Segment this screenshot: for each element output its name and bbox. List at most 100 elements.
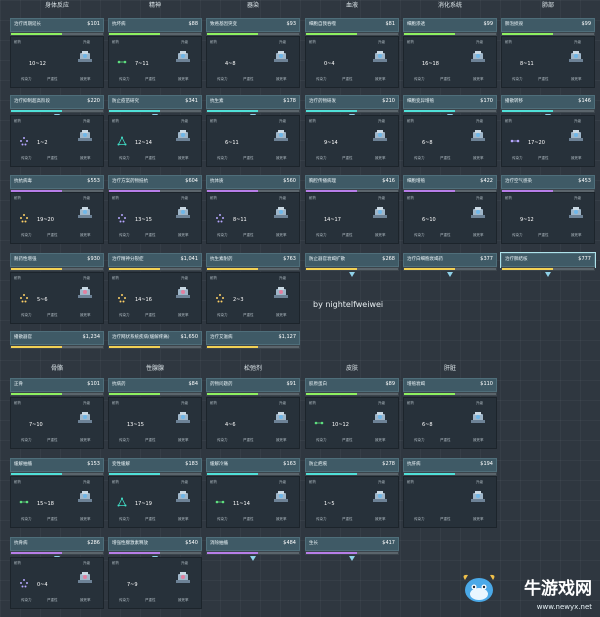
progress-fill <box>306 393 357 395</box>
upgrade-button[interactable]: 防止器官衰竭扩散 $268 <box>305 253 399 267</box>
drop-label: 耐药 <box>14 40 21 44</box>
lethality-label: 致死率 <box>276 517 287 521</box>
mutation-card[interactable]: 耐药 升级 传染力 严重性 致死率 11~14 <box>206 476 300 528</box>
mutation-card[interactable]: 耐药 升级 传染力 严重性 致死率 4~8 <box>206 36 300 88</box>
upgrade-button[interactable]: 抗生素耐药 $763 <box>206 253 300 267</box>
upgrade-button[interactable]: 播散转移 $146 <box>501 95 595 109</box>
expand-arrow-icon[interactable] <box>250 556 256 561</box>
upgrade-cost: $183 <box>185 461 198 467</box>
upgrade-button[interactable]: 治疗方案药物抵抗 $604 <box>108 175 202 189</box>
mutation-card[interactable]: 耐药 升级 传染力 严重性 致死率 17~19 <box>108 476 202 528</box>
mutation-card[interactable]: 耐药 升级 传染力 严重性 致死率 6~8 <box>403 115 497 167</box>
upgrade-button[interactable]: 生长 $417 <box>305 537 399 551</box>
upgrade-button[interactable]: 治疗抑制超高阶段 $220 <box>10 95 104 109</box>
mutation-card[interactable]: 耐药 升级 传染力 严重性 致死率 19~20 <box>10 192 104 244</box>
mutation-card[interactable]: 耐药 升级 传染力 严重性 致死率 1~2 <box>10 115 104 167</box>
expand-arrow-icon[interactable] <box>349 272 355 277</box>
expand-arrow-icon[interactable] <box>447 272 453 277</box>
upgrade-button[interactable]: 防止疤痕 $278 <box>305 458 399 472</box>
upgrade-button[interactable]: 胶原蛋白 $89 <box>305 378 399 392</box>
upgrade-name: 抗骨病 <box>14 541 28 546</box>
mutation-card[interactable]: 耐药 升级 传染力 严重性 致死率 13~15 <box>108 397 202 449</box>
upgrade-button[interactable]: 胸腔传播病理 $416 <box>305 175 399 189</box>
upgrade-name: 耐药性增强 <box>14 257 37 262</box>
mutation-card[interactable]: 耐药 升级 传染力 严重性 致死率 9~14 <box>305 115 399 167</box>
mutation-card[interactable]: 耐药 升级 传染力 严重性 致死率 14~17 <box>305 192 399 244</box>
upgrade-button[interactable]: 消除抽搐 $484 <box>206 537 300 551</box>
mutation-card[interactable]: 耐药 升级 传染力 严重性 致死率 6~10 <box>403 192 497 244</box>
mutation-card[interactable]: 耐药 升级 传染力 严重性 致死率 1~5 <box>305 476 399 528</box>
upgrade-button[interactable]: 细胞自我吞噬 $81 <box>305 18 399 32</box>
upgrade-button[interactable]: 治疗空气感染 $453 <box>501 175 595 189</box>
upgrade-button[interactable]: 抗体质 $560 <box>206 175 300 189</box>
progress-bar <box>403 109 497 113</box>
upgrade-button[interactable]: 播散器官 $1,234 <box>10 331 104 345</box>
upgrade-button[interactable]: 细胞变异增殖 $170 <box>403 95 497 109</box>
upgrade-button[interactable]: 治疗药物研发 $210 <box>305 95 399 109</box>
upgrade-button[interactable]: 缓解冷痛 $163 <box>206 458 300 472</box>
mutation-card[interactable]: 耐药 升级 传染力 严重性 致死率 13~15 <box>108 192 202 244</box>
mutation-card[interactable]: 耐药 升级 传染力 严重性 致死率 8~11 <box>501 36 595 88</box>
sev-label: 严重性 <box>145 598 156 602</box>
progress-bar <box>108 345 202 349</box>
unit-robot-icon <box>274 51 288 62</box>
expand-arrow-icon[interactable] <box>349 556 355 561</box>
mutation-card[interactable]: 耐药 升级 传染力 严重性 致死率 4~6 <box>206 397 300 449</box>
mutation-card[interactable]: 耐药 升级 传染力 严重性 致死率 2~3 <box>206 272 300 324</box>
sev-label: 严重性 <box>243 313 254 317</box>
molecule-icon <box>510 139 520 143</box>
mutation-card[interactable]: 耐药 升级 传染力 严重性 致死率 7~10 <box>10 397 104 449</box>
mutation-card[interactable]: 耐药 升级 传染力 严重性 致死率 16~18 <box>403 36 497 88</box>
upgrade-button[interactable]: 缓解抽搐 $153 <box>10 458 104 472</box>
mutation-card[interactable]: 耐药 升级 传染力 严重性 致死率 5~6 <box>10 272 104 324</box>
mutation-card[interactable]: 耐药 升级 传染力 严重性 致死率 0~4 <box>10 557 104 609</box>
upgrade-button[interactable]: 耐药性增强 $930 <box>10 253 104 267</box>
upgrade-button[interactable]: 抗病药 $84 <box>108 378 202 392</box>
upgrade-button[interactable]: 治疗艾滋病 $1,127 <box>206 331 300 345</box>
upgrade-button[interactable]: 抗生素 $178 <box>206 95 300 109</box>
expand-arrow-icon[interactable] <box>545 272 551 277</box>
upgrade-button[interactable]: 治疗周期延长 $101 <box>10 18 104 32</box>
upgrade-button[interactable]: 增强性腺激素释放 $540 <box>108 537 202 551</box>
upgrade-label: 升级 <box>378 40 385 44</box>
mutation-card[interactable]: 耐药 升级 传染力 严重性 致死率 14~16 <box>108 272 202 324</box>
upgrade-button[interactable]: 细胞渗透 $99 <box>403 18 497 32</box>
upgrade-button[interactable]: 治疗精神分裂症 $1,041 <box>108 253 202 267</box>
upgrade-button[interactable]: 正骨 $101 <box>10 378 104 392</box>
mutation-card[interactable]: 耐药 升级 传染力 严重性 致死率 10~12 <box>305 397 399 449</box>
upgrade-label: 升级 <box>279 401 286 405</box>
upgrade-button[interactable]: 抗肝病 $194 <box>403 458 497 472</box>
infect-label: 传染力 <box>119 233 130 237</box>
mutation-card[interactable]: 耐药 升级 传染力 严重性 致死率 7~9 <box>108 557 202 609</box>
upgrade-button[interactable]: 增殖衰竭 $110 <box>403 378 497 392</box>
column-header: 皮肤 <box>345 365 358 372</box>
upgrade-button[interactable]: 肺泡损毁 $99 <box>501 18 595 32</box>
upgrade-button[interactable]: 治疗网状系统疾病(缓解疼痛) $1,650 <box>108 331 202 345</box>
mutation-card[interactable]: 耐药 升级 传染力 严重性 致死率 6~8 <box>403 397 497 449</box>
sev-label: 严重性 <box>145 233 156 237</box>
mutation-card[interactable]: 耐药 升级 传染力 严重性 致死率 6~11 <box>206 115 300 167</box>
mutation-card[interactable]: 耐药 升级 传染力 严重性 致死率 10~12 <box>10 36 104 88</box>
upgrade-button[interactable]: 细胞增殖 $422 <box>403 175 497 189</box>
upgrade-button[interactable]: 抗坏病 $88 <box>108 18 202 32</box>
upgrade-name: 治疗白细胞衰竭药 <box>407 257 443 262</box>
upgrade-button[interactable]: 抗骨病 $286 <box>10 537 104 551</box>
upgrade-button[interactable]: 变性缓解 $183 <box>108 458 202 472</box>
upgrade-button[interactable]: 致癌基因突变 $93 <box>206 18 300 32</box>
upgrade-button[interactable]: 抗抗病毒 $553 <box>10 175 104 189</box>
mutation-card[interactable]: 耐药 升级 传染力 严重性 致死率 <box>403 476 497 528</box>
upgrade-button[interactable]: 治疗肺结核 $777 <box>500 252 596 268</box>
mutation-card[interactable]: 耐药 升级 传染力 严重性 致死率 9~12 <box>501 192 595 244</box>
mutation-card[interactable]: 耐药 升级 传染力 严重性 致死率 0~4 <box>305 36 399 88</box>
mutation-card[interactable]: 耐药 升级 传染力 严重性 致死率 15~18 <box>10 476 104 528</box>
upgrade-name: 抗抗病毒 <box>14 179 32 184</box>
upgrade-button[interactable]: 治疗白细胞衰竭药 $377 <box>403 253 497 267</box>
upgrade-button[interactable]: 防止疫苗研究 $341 <box>108 95 202 109</box>
unit-robot-icon <box>78 491 92 502</box>
mutation-card[interactable]: 耐药 升级 传染力 严重性 致死率 12~14 <box>108 115 202 167</box>
upgrade-label: 升级 <box>83 561 90 565</box>
mutation-card[interactable]: 耐药 升级 传染力 严重性 致死率 7~11 <box>108 36 202 88</box>
mutation-card[interactable]: 耐药 升级 传染力 严重性 致死率 8~11 <box>206 192 300 244</box>
mutation-card[interactable]: 耐药 升级 传染力 严重性 致死率 17~20 <box>501 115 595 167</box>
upgrade-button[interactable]: 药物问题药 $91 <box>206 378 300 392</box>
